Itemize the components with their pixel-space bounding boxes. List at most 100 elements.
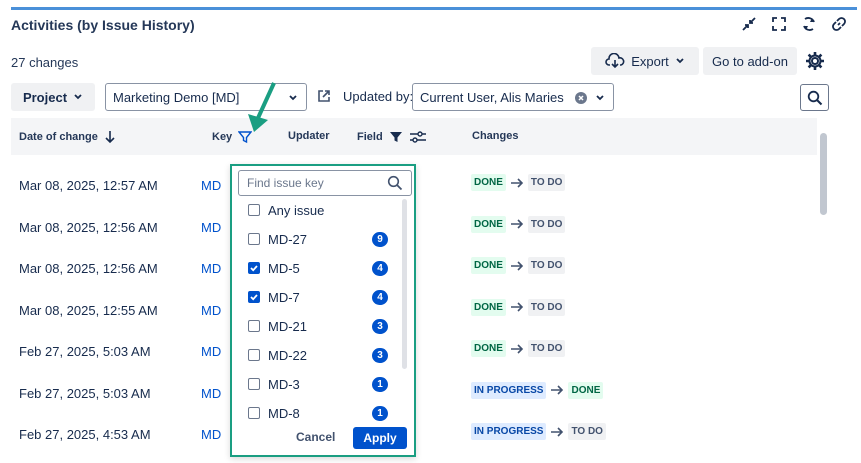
row-date: Mar 08, 2025, 12:57 AM — [19, 178, 158, 193]
status-from-badge: DONE — [471, 174, 506, 191]
arrow-right-icon — [510, 260, 524, 271]
arrow-right-icon — [551, 426, 564, 437]
dropdown-scrollbar[interactable] — [402, 199, 407, 369]
issue-key-option[interactable]: MD-5 4 — [248, 258, 408, 278]
count-badge: 4 — [372, 289, 388, 305]
minimize-icon[interactable] — [739, 14, 759, 34]
status-from-badge: IN PROGRESS — [471, 423, 547, 440]
issue-key-option[interactable]: Any issue — [248, 200, 408, 220]
row-key-link[interactable]: MD — [201, 427, 221, 442]
issue-key-option[interactable]: MD-21 3 — [248, 316, 408, 336]
row-changes: DONE TO DO — [471, 174, 566, 191]
row-changes: DONE TO DO — [471, 298, 566, 316]
row-changes: IN PROGRESS TO DO — [471, 423, 606, 440]
column-changes[interactable]: Changes — [472, 130, 518, 142]
row-date: Mar 08, 2025, 12:56 AM — [19, 219, 158, 235]
column-updater[interactable]: Updater — [288, 130, 330, 142]
go-to-addon-button[interactable]: Go to add-on — [703, 47, 797, 75]
row-key-link[interactable]: MD — [201, 386, 221, 401]
project-filter-button[interactable]: Project — [11, 83, 95, 111]
row-key-link[interactable]: MD — [201, 303, 221, 318]
row-key-link[interactable]: MD — [201, 220, 221, 235]
checkbox[interactable] — [248, 349, 260, 361]
checkbox[interactable] — [248, 407, 260, 419]
column-changes-label: Changes — [472, 130, 519, 142]
row-changes: DONE TO DO — [471, 215, 566, 233]
option-label: MD-8 — [268, 405, 300, 421]
checkbox[interactable] — [248, 378, 260, 390]
row-key-link[interactable]: MD — [201, 344, 221, 359]
updated-by-value: Current User, Alis Maries — [420, 89, 564, 105]
checkbox[interactable] — [248, 233, 260, 245]
issue-key-option[interactable]: MD-27 9 — [248, 229, 408, 249]
filter-filled-icon[interactable] — [389, 130, 403, 144]
sliders-icon[interactable] — [409, 130, 427, 144]
column-key-label: Key — [212, 131, 233, 143]
arrow-right-icon — [551, 385, 564, 395]
link-icon[interactable] — [829, 14, 849, 34]
issue-key-option[interactable]: MD-7 4 — [248, 287, 408, 307]
gadget-title: Activities (by Issue History) — [11, 17, 195, 33]
option-label: MD-22 — [268, 347, 308, 363]
arrow-right-icon — [510, 177, 524, 188]
row-key-link[interactable]: MD — [201, 261, 221, 276]
key-filter-dropdown: Find issue key Any issue MD-27 9 MD-5 4 MD-7 4… — [230, 164, 416, 457]
clear-icon[interactable] — [575, 92, 587, 104]
row-date: Mar 08, 2025, 12:56 AM — [19, 261, 158, 276]
column-date[interactable]: Date of change — [19, 130, 116, 144]
status-from-badge: DONE — [471, 257, 506, 274]
status-to-badge: TO DO — [527, 257, 566, 274]
column-updater-label: Updater — [288, 130, 330, 142]
issue-key-option[interactable]: MD-22 3 — [248, 345, 408, 365]
apply-button[interactable]: Apply — [353, 427, 407, 449]
status-to-badge: TO DO — [527, 340, 566, 357]
checkbox[interactable] — [248, 320, 260, 332]
refresh-icon[interactable] — [799, 14, 819, 34]
export-button[interactable]: Export — [591, 47, 699, 75]
sort-down-icon[interactable] — [104, 130, 116, 144]
count-badge: 3 — [372, 318, 388, 334]
row-changes: IN PROGRESS DONE — [471, 381, 604, 399]
status-to-badge: TO DO — [527, 174, 566, 191]
arrow-right-icon — [510, 302, 524, 312]
export-label: Export — [631, 53, 669, 69]
issue-key-option[interactable]: MD-8 1 — [248, 403, 408, 423]
column-date-label: Date of change — [19, 131, 98, 143]
settings-button[interactable] — [801, 47, 829, 75]
chevron-down-icon — [676, 58, 684, 64]
status-to-badge: DONE — [568, 381, 604, 399]
status-from-badge: IN PROGRESS — [471, 381, 547, 399]
arrow-right-icon — [510, 343, 524, 354]
header-actions — [739, 14, 849, 34]
chevron-down-icon — [74, 94, 82, 100]
option-label: MD-27 — [268, 231, 308, 247]
updated-by-select[interactable]: Current User, Alis Maries — [412, 83, 614, 111]
column-field[interactable]: Field — [357, 130, 427, 144]
option-label: MD-21 — [268, 318, 308, 334]
checkbox[interactable] — [248, 204, 260, 216]
status-to-badge: TO DO — [527, 215, 566, 233]
gear-icon — [806, 52, 824, 70]
issue-key-search-placeholder: Find issue key — [247, 176, 324, 190]
row-key-link[interactable]: MD — [201, 178, 221, 193]
count-badge: 1 — [372, 376, 388, 392]
table-scrollbar[interactable] — [820, 133, 827, 215]
annotation-arrow — [244, 80, 284, 143]
checkbox[interactable] — [248, 262, 260, 274]
status-from-badge: DONE — [471, 298, 506, 316]
checkbox[interactable] — [248, 291, 260, 303]
option-label: MD-7 — [268, 289, 300, 305]
fullscreen-icon[interactable] — [769, 14, 789, 34]
open-external-icon[interactable] — [316, 88, 332, 109]
issue-key-option[interactable]: MD-3 1 — [248, 374, 408, 394]
cancel-button[interactable]: Cancel — [296, 430, 335, 444]
search-button[interactable] — [800, 84, 829, 111]
checkmark-icon — [250, 265, 258, 272]
status-to-badge: TO DO — [527, 298, 566, 316]
row-changes: DONE TO DO — [471, 257, 566, 274]
option-label: MD-5 — [268, 260, 300, 276]
count-badge: 9 — [372, 231, 388, 247]
status-to-badge: TO DO — [568, 423, 606, 440]
issue-key-search-input[interactable]: Find issue key — [238, 170, 412, 196]
chevron-down-icon — [596, 95, 604, 101]
